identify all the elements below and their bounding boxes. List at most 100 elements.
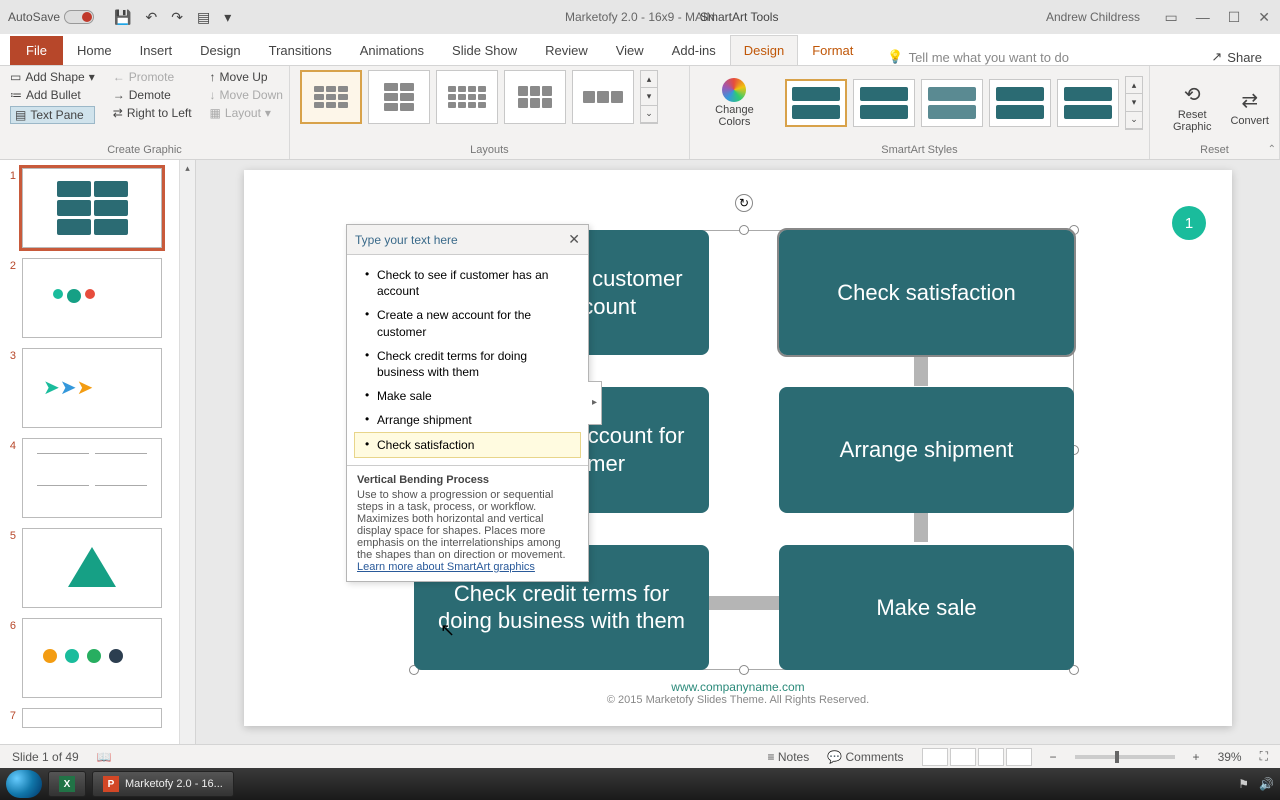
tell-me-search[interactable]: 💡 Tell me what you want to do	[887, 49, 1069, 65]
add-shape-button[interactable]: ▭ Add Shape ▾	[10, 70, 95, 84]
text-pane-item[interactable]: Make sale	[355, 384, 580, 408]
quick-access-toolbar: 💾 ↶ ↷ ▤ ▾	[114, 9, 231, 26]
close-icon[interactable]: ✕	[568, 231, 580, 248]
comments-button[interactable]: 💬 Comments	[827, 750, 903, 764]
status-bar: Slide 1 of 49 📖 ≡ Notes 💬 Comments − + 3…	[0, 744, 1280, 768]
autosave[interactable]: AutoSave	[8, 10, 94, 24]
save-icon[interactable]: 💾	[114, 9, 131, 26]
footer-url: www.companyname.com	[244, 680, 1232, 694]
move-up-button[interactable]: ↑ Move Up	[210, 70, 283, 84]
reading-view-icon[interactable]	[978, 748, 1004, 766]
convert-button[interactable]: ⇄ Convert	[1230, 88, 1269, 127]
smartart-shape[interactable]: Make sale	[779, 545, 1074, 670]
style-option[interactable]	[1057, 79, 1119, 127]
tab-smartart-format[interactable]: Format	[798, 35, 867, 65]
slide-thumbnail[interactable]: 4	[4, 438, 191, 518]
layout-option[interactable]	[504, 70, 566, 124]
slide-editor[interactable]: 1 ↻ Check to see if customer	[196, 160, 1280, 768]
smartart-shape[interactable]: Arrange shipment	[779, 387, 1074, 512]
layout-option[interactable]	[300, 70, 362, 124]
layout-option[interactable]	[368, 70, 430, 124]
tray-flag-icon[interactable]: ⚑	[1238, 777, 1249, 791]
style-option[interactable]	[989, 79, 1051, 127]
text-pane-item[interactable]: Check to see if customer has an account	[355, 263, 580, 303]
user-name[interactable]: Andrew Childress	[1046, 10, 1140, 24]
add-bullet-button[interactable]: ≔ Add Bullet	[10, 88, 95, 102]
collapse-ribbon-icon[interactable]: ⌃	[1268, 144, 1276, 155]
style-option[interactable]	[785, 79, 847, 127]
rotate-handle-icon[interactable]: ↻	[735, 194, 753, 212]
slide-thumbnail[interactable]: 5	[4, 528, 191, 608]
tab-slideshow[interactable]: Slide Show	[438, 35, 531, 65]
slide-thumbnail[interactable]: 3 ➤➤➤	[4, 348, 191, 428]
zoom-in-icon[interactable]: +	[1193, 750, 1200, 764]
layouts-gallery-scroll[interactable]: ▴▾⌄	[640, 70, 658, 124]
autosave-toggle-icon[interactable]	[64, 10, 94, 24]
style-option[interactable]	[921, 79, 983, 127]
tab-animations[interactable]: Animations	[346, 35, 438, 65]
close-icon[interactable]: ✕	[1258, 9, 1270, 26]
start-from-beginning-icon[interactable]: ▤	[197, 9, 210, 26]
tab-home[interactable]: Home	[63, 35, 126, 65]
tab-transitions[interactable]: Transitions	[255, 35, 346, 65]
start-button[interactable]	[6, 770, 42, 798]
zoom-out-icon[interactable]: −	[1050, 750, 1057, 764]
move-down-button[interactable]: ↓ Move Down	[210, 88, 283, 102]
share-button[interactable]: ↗ Share	[1211, 49, 1262, 65]
reset-graphic-button[interactable]: ⟲ Reset Graphic	[1160, 82, 1224, 133]
sorter-view-icon[interactable]	[950, 748, 976, 766]
text-pane-item[interactable]: Create a new account for the customer	[355, 303, 580, 343]
taskbar-pp-label: Marketofy 2.0 - 16...	[125, 778, 223, 790]
taskbar-powerpoint[interactable]: PMarketofy 2.0 - 16...	[92, 771, 234, 797]
tab-view[interactable]: View	[602, 35, 658, 65]
slide-thumbnail[interactable]: 1	[4, 168, 191, 248]
tab-insert[interactable]: Insert	[126, 35, 187, 65]
text-pane-item-selected[interactable]: Check satisfaction	[355, 433, 580, 457]
slide-thumbnail[interactable]: 6	[4, 618, 191, 698]
notes-button[interactable]: ≡ Notes	[768, 750, 810, 764]
group-label-layouts: Layouts	[300, 144, 679, 159]
text-pane-collapse-icon[interactable]: ▸	[588, 381, 602, 425]
fit-to-window-icon[interactable]: ⛶	[1260, 749, 1268, 764]
layout-option[interactable]	[436, 70, 498, 124]
slide-counter[interactable]: Slide 1 of 49	[12, 750, 79, 764]
system-tray[interactable]: ⚑ 🔊	[1238, 777, 1274, 791]
redo-icon[interactable]: ↷	[171, 9, 183, 26]
tab-file[interactable]: File	[10, 36, 63, 65]
thumbnail-scrollbar[interactable]: ▴	[179, 160, 195, 768]
tab-smartart-design[interactable]: Design	[730, 35, 798, 65]
styles-gallery-scroll[interactable]: ▴▾⌄	[1125, 76, 1143, 130]
text-pane-item[interactable]: Check credit terms for doing business wi…	[355, 344, 580, 384]
change-colors-button[interactable]: Change Colors	[690, 66, 779, 140]
promote-button[interactable]: ← Promote	[113, 70, 192, 84]
slideshow-view-icon[interactable]	[1006, 748, 1032, 766]
undo-icon[interactable]: ↶	[145, 9, 157, 26]
smartart-shape-selected[interactable]: Check satisfaction	[779, 230, 1074, 355]
footer-copyright: © 2015 Marketofy Slides Theme. All Right…	[244, 694, 1232, 706]
text-pane-button[interactable]: ▤ Text Pane	[10, 106, 95, 124]
taskbar-excel[interactable]: X	[48, 771, 86, 797]
normal-view-icon[interactable]	[922, 748, 948, 766]
tab-design[interactable]: Design	[186, 35, 254, 65]
slide-thumbnail[interactable]: 2	[4, 258, 191, 338]
tab-addins[interactable]: Add-ins	[658, 35, 730, 65]
learn-more-link[interactable]: Learn more about SmartArt graphics	[357, 561, 535, 573]
zoom-level[interactable]: 39%	[1218, 750, 1242, 764]
spell-check-icon[interactable]: 📖	[97, 750, 112, 764]
tab-review[interactable]: Review	[531, 35, 602, 65]
style-option[interactable]	[853, 79, 915, 127]
smartart-text-pane[interactable]: Type your text here ✕ Check to see if cu…	[346, 224, 589, 582]
demote-button[interactable]: → Demote	[113, 88, 192, 102]
zoom-slider[interactable]	[1075, 755, 1175, 759]
ribbon-tabs: File Home Insert Design Transitions Anim…	[0, 34, 1280, 66]
layout-option[interactable]	[572, 70, 634, 124]
qat-more-icon[interactable]: ▾	[224, 9, 231, 26]
layout-button[interactable]: ▦ Layout ▾	[210, 106, 283, 120]
text-pane-item[interactable]: Arrange shipment	[355, 408, 580, 432]
rtl-button[interactable]: ⇄ Right to Left	[113, 106, 192, 120]
maximize-icon[interactable]: ☐	[1228, 9, 1241, 26]
slide-thumbnail[interactable]: 7	[4, 708, 191, 728]
ribbon-options-icon[interactable]: ▭	[1164, 9, 1177, 26]
minimize-icon[interactable]: —	[1196, 9, 1210, 26]
tray-volume-icon[interactable]: 🔊	[1259, 777, 1274, 791]
